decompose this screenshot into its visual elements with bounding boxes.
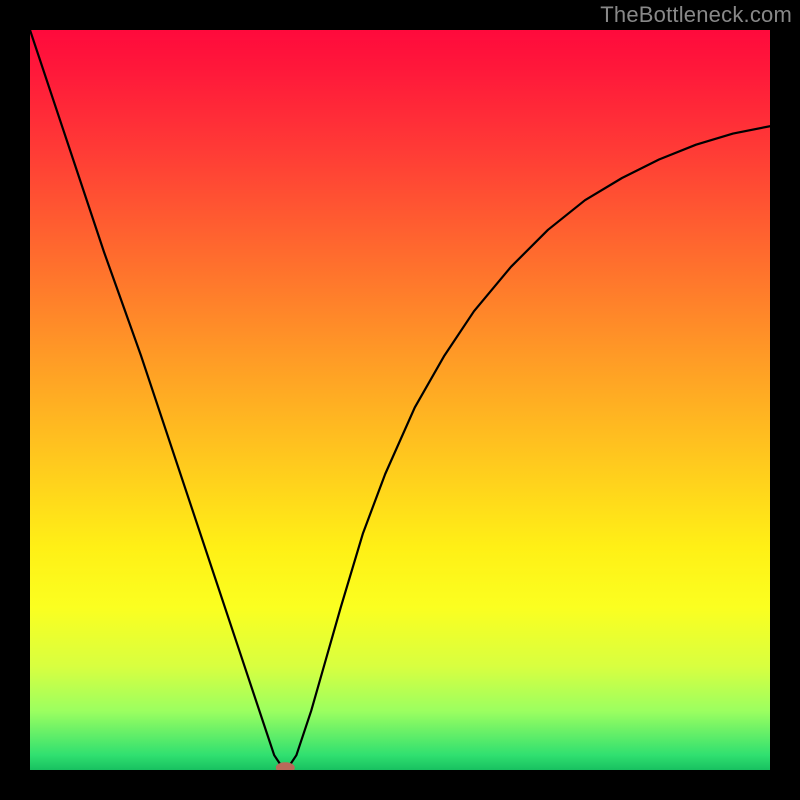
minimum-marker [276, 763, 294, 770]
bottleneck-curve [30, 30, 770, 766]
curve-svg [30, 30, 770, 770]
watermark-text: TheBottleneck.com [600, 2, 792, 28]
chart-frame: TheBottleneck.com [0, 0, 800, 800]
plot-area [30, 30, 770, 770]
